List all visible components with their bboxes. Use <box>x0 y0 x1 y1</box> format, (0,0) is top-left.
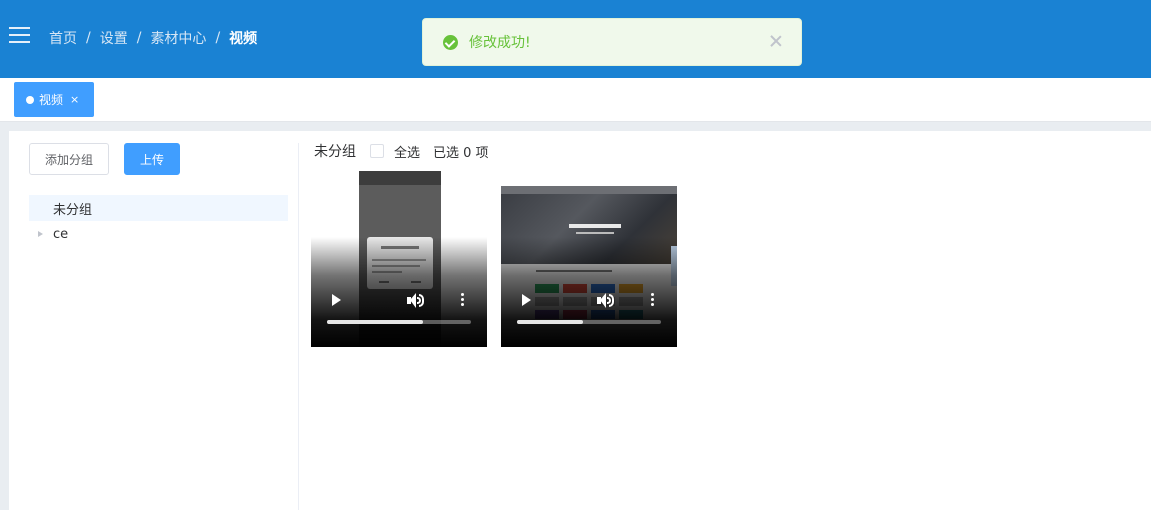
tree-item-ce[interactable]: ce <box>29 221 288 247</box>
tree-item-ungrouped[interactable]: 未分组 <box>29 195 288 221</box>
video-controls <box>501 287 677 347</box>
video-controls <box>311 287 487 347</box>
group-tree: 未分组 ce <box>29 195 288 247</box>
play-icon[interactable] <box>522 294 531 306</box>
check-circle-icon <box>443 34 458 50</box>
video-progress-bar[interactable] <box>517 320 661 324</box>
play-icon[interactable] <box>332 294 341 306</box>
upload-button[interactable]: 上传 <box>124 143 180 175</box>
tag-video[interactable]: 视频 × <box>14 82 94 117</box>
video-item[interactable] <box>501 171 677 347</box>
progress-fill <box>517 320 584 324</box>
caret-right-icon[interactable] <box>38 231 43 237</box>
active-dot-icon <box>26 95 34 104</box>
select-all-checkbox[interactable] <box>370 144 384 158</box>
menu-toggle-icon[interactable] <box>9 27 30 44</box>
breadcrumb-current: 视频 <box>229 31 258 47</box>
breadcrumb: 首页 / 设置 / 素材中心 / 视频 <box>49 29 257 47</box>
toast-message: 修改成功! <box>469 35 531 51</box>
breadcrumb-material-center[interactable]: 素材中心 <box>150 28 206 48</box>
tree-item-label: 未分组 <box>53 202 93 218</box>
breadcrumb-separator: / <box>215 30 221 46</box>
current-group-name: 未分组 <box>314 144 356 160</box>
select-all-label[interactable]: 全选 <box>394 142 420 161</box>
volume-icon[interactable] <box>407 293 425 308</box>
progress-fill <box>327 320 424 324</box>
close-icon[interactable] <box>769 34 783 48</box>
more-vertical-icon[interactable] <box>461 293 464 307</box>
panel-divider <box>298 143 299 510</box>
volume-icon[interactable] <box>597 293 615 308</box>
tag-label: 视频 <box>39 93 64 107</box>
tags-view-bar: 视频 × <box>0 78 1151 122</box>
selected-count: 已选 0 项 <box>433 145 489 161</box>
breadcrumb-separator: / <box>136 30 142 46</box>
add-group-button[interactable]: 添加分组 <box>29 143 109 175</box>
breadcrumb-home[interactable]: 首页 <box>49 28 77 48</box>
material-panel: 添加分组 上传 未分组 ce 未分组 全选 已选 0 项 <box>9 131 1151 510</box>
video-progress-bar[interactable] <box>327 320 471 324</box>
breadcrumb-settings[interactable]: 设置 <box>100 28 128 48</box>
more-vertical-icon[interactable] <box>651 293 654 307</box>
success-toast: 修改成功! <box>422 18 802 66</box>
video-item[interactable] <box>311 171 487 347</box>
tag-close-icon[interactable]: × <box>70 93 79 106</box>
tree-item-label: ce <box>53 226 69 242</box>
breadcrumb-separator: / <box>86 30 91 46</box>
selection-toolbar: 未分组 全选 已选 0 项 <box>314 142 489 161</box>
